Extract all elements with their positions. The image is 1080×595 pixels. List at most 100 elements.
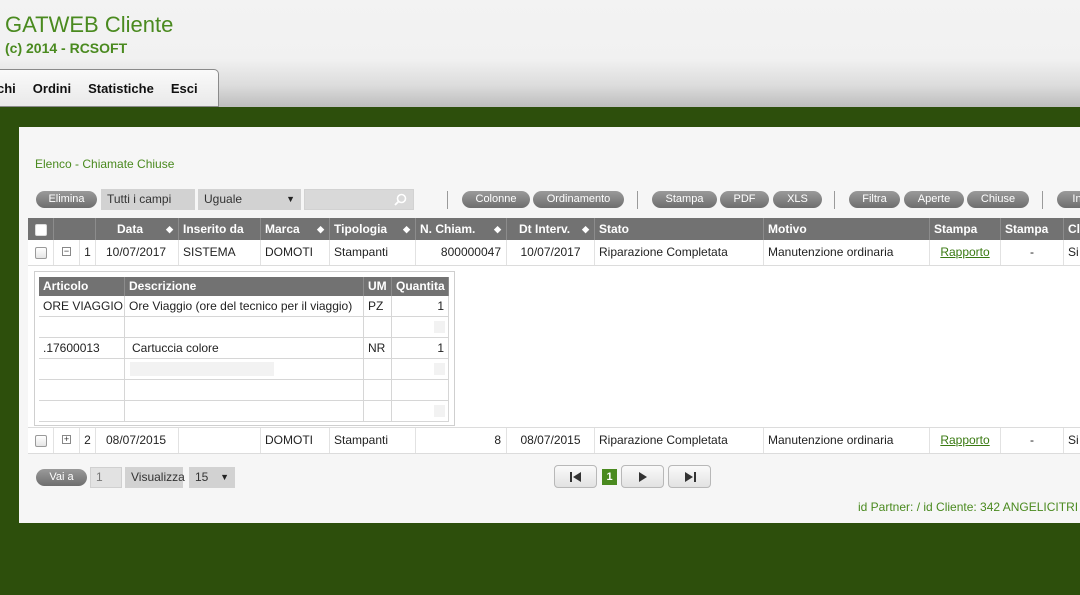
cell-inserito-da: SISTEMA: [179, 240, 261, 265]
cell-stampa-2: -: [1001, 240, 1064, 265]
table-row[interactable]: + 2 08/07/2015 DOMOTI Stampanti 8 08/07/…: [28, 428, 1080, 454]
detail-quantita: 1: [392, 338, 449, 359]
detail-um: PZ: [364, 296, 392, 317]
cell-n-chiam: 8: [416, 428, 507, 453]
menu-item-ordini[interactable]: Ordini: [33, 81, 71, 96]
page-size-select[interactable]: 15 ▼: [189, 467, 235, 488]
cell-stato: Riparazione Completata: [595, 240, 764, 265]
sort-icon: ◆: [494, 224, 501, 234]
page-size-value: 15: [195, 470, 209, 484]
page-input[interactable]: 1: [90, 467, 122, 488]
menu-item-statistiche[interactable]: Statistiche: [88, 81, 154, 96]
search-icon: [394, 193, 407, 206]
first-page-button[interactable]: [554, 465, 597, 488]
current-page[interactable]: 1: [602, 469, 617, 485]
app-title: GATWEB Cliente: [5, 12, 174, 37]
cell-data: 10/07/2017: [96, 240, 179, 265]
col-cl[interactable]: Cl: [1064, 218, 1080, 240]
header-blank: [54, 218, 96, 240]
row-detail: Articolo Descrizione UM Quantita ORE VIA…: [28, 266, 1080, 428]
col-inserito-da[interactable]: Inserito da: [179, 218, 261, 240]
vai-a-button[interactable]: Vai a: [36, 469, 87, 486]
operator-select-value: Uguale: [204, 192, 243, 206]
partner-client-id: id Partner: / id Cliente: 342 ANGELICITR…: [858, 500, 1079, 514]
search-input[interactable]: [304, 189, 414, 210]
col-motivo[interactable]: Motivo: [764, 218, 930, 240]
cell-dt-interv: 08/07/2015: [507, 428, 595, 453]
row-number: 2: [80, 428, 96, 453]
cell-stampa-1: Rapporto: [930, 428, 1001, 453]
next-page-icon: [638, 471, 647, 482]
aperte-button[interactable]: Aperte: [904, 191, 964, 208]
last-page-button[interactable]: [668, 465, 711, 488]
cell-motivo: Manutenzione ordinaria: [764, 428, 930, 453]
col-dt-interv[interactable]: Dt Interv. ◆: [507, 218, 595, 240]
sort-icon: ◆: [582, 224, 589, 234]
visualizza-label: Visualizza: [125, 467, 185, 488]
detail-header: Articolo Descrizione UM Quantita: [39, 277, 449, 296]
pdf-button[interactable]: PDF: [720, 191, 769, 208]
detail-um: NR: [364, 338, 392, 359]
chiuse-button[interactable]: Chiuse: [967, 191, 1029, 208]
detail-articolo: ORE VIAGGIO: [39, 296, 125, 317]
detail-descrizione: Ore Viaggio (ore del tecnico per il viag…: [125, 296, 364, 317]
menu-item-partial[interactable]: chi: [0, 81, 16, 96]
last-page-icon: [684, 471, 696, 482]
col-data[interactable]: Data ◆: [96, 218, 179, 240]
detail-table: Articolo Descrizione UM Quantita ORE VIA…: [34, 271, 455, 426]
cell-inserito-da: [179, 428, 261, 453]
detail-articolo: .17600013: [39, 338, 125, 359]
menu-item-esci[interactable]: Esci: [171, 81, 198, 96]
cell-dt-interv: 10/07/2017: [507, 240, 595, 265]
cell-stato: Riparazione Completata: [595, 428, 764, 453]
sort-icon: ◆: [317, 224, 324, 234]
collapse-icon[interactable]: −: [54, 240, 80, 265]
rapporto-link[interactable]: Rapporto: [940, 245, 989, 259]
toolbar-divider: [447, 191, 448, 209]
cell-tipologia: Stampanti: [330, 240, 416, 265]
more-button[interactable]: In: [1057, 191, 1080, 208]
cell-marca: DOMOTI: [261, 428, 330, 453]
copyright: (c) 2014 - RCSOFT: [5, 40, 128, 56]
toolbar-divider: [834, 191, 835, 209]
detail-quantita: 1: [392, 296, 449, 317]
row-checkbox[interactable]: [28, 240, 54, 265]
col-stato[interactable]: Stato: [595, 218, 764, 240]
ordinamento-button[interactable]: Ordinamento: [533, 191, 624, 208]
field-select-value: Tutti i campi: [107, 192, 172, 206]
first-page-icon: [569, 471, 581, 482]
elimina-button[interactable]: Elimina: [36, 191, 97, 208]
sort-icon: ◆: [403, 224, 410, 234]
cell-cl: Si: [1064, 240, 1080, 265]
filtra-button[interactable]: Filtra: [849, 191, 900, 208]
app-header: GATWEB Cliente (c) 2014 - RCSOFT chi Ord…: [0, 0, 1080, 107]
cell-cl: Si: [1064, 428, 1080, 453]
col-n-chiam[interactable]: N. Chiam. ◆: [416, 218, 507, 240]
xls-button[interactable]: XLS: [773, 191, 822, 208]
table-row[interactable]: − 1 10/07/2017 SISTEMA DOMOTI Stampanti …: [28, 240, 1080, 266]
cell-marca: DOMOTI: [261, 240, 330, 265]
chevron-down-icon: ▼: [286, 194, 295, 204]
detail-col-quantita: Quantita: [392, 277, 449, 296]
col-marca[interactable]: Marca ◆: [261, 218, 330, 240]
select-all-checkbox[interactable]: [28, 218, 54, 240]
detail-col-descrizione: Descrizione: [125, 277, 364, 296]
sort-icon: ◆: [166, 224, 173, 234]
table-header: Data ◆ Inserito da Marca ◆ Tipologia ◆ N. C…: [28, 218, 1080, 240]
content-panel: Elenco - Chiamate Chiuse Elimina Tutti i…: [19, 127, 1080, 523]
stampa-button[interactable]: Stampa: [652, 191, 717, 208]
cell-stampa-1: Rapporto: [930, 240, 1001, 265]
chevron-down-icon: ▼: [220, 472, 229, 482]
rapporto-link[interactable]: Rapporto: [940, 433, 989, 447]
expand-icon[interactable]: +: [54, 428, 80, 453]
next-page-button[interactable]: [621, 465, 664, 488]
row-checkbox[interactable]: [28, 428, 54, 453]
col-stampa-2[interactable]: Stampa: [1001, 218, 1064, 240]
col-tipologia[interactable]: Tipologia ◆: [330, 218, 416, 240]
field-select[interactable]: Tutti i campi: [101, 189, 195, 210]
detail-col-articolo: Articolo: [39, 277, 125, 296]
operator-select[interactable]: Uguale ▼: [198, 189, 301, 210]
colonne-button[interactable]: Colonne: [462, 191, 530, 208]
main-menu: chi Ordini Statistiche Esci: [0, 69, 219, 107]
col-stampa-1[interactable]: Stampa: [930, 218, 1001, 240]
